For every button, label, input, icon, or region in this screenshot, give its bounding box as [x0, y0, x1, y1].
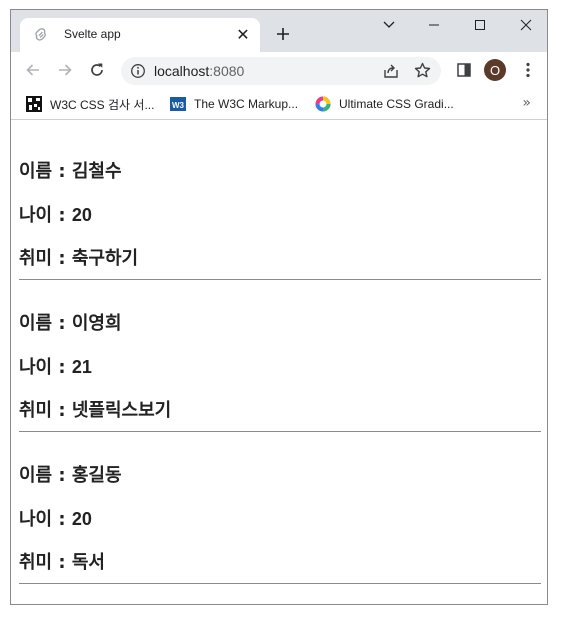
- address-bar[interactable]: localhost:8080: [121, 57, 441, 85]
- tab-search-button[interactable]: [366, 10, 412, 40]
- page-content: 이름 : 김철수 나이 : 20 취미 : 축구하기 이름 : 이영희 나이 :…: [11, 121, 547, 604]
- w3c-qr-icon: [26, 96, 42, 112]
- hobby-value: 넷플릭스보기: [71, 400, 172, 421]
- tab-svelte-app[interactable]: Svelte app ✕: [20, 18, 260, 52]
- reload-button[interactable]: [85, 58, 109, 82]
- name-label: 이름 :: [19, 161, 72, 182]
- maximize-button[interactable]: [457, 10, 503, 40]
- menu-button[interactable]: [516, 58, 540, 82]
- profile-button[interactable]: O: [483, 58, 507, 82]
- more-bookmarks-button[interactable]: »: [522, 95, 531, 111]
- svg-text:W3: W3: [172, 101, 185, 110]
- new-tab-button[interactable]: [272, 23, 294, 45]
- share-icon[interactable]: [383, 63, 399, 79]
- w3c-logo-icon: W3: [170, 97, 186, 111]
- bookmark-w3c-css[interactable]: W3C CSS 검사 서...: [26, 95, 154, 113]
- url-host: localhost: [154, 63, 210, 79]
- info-icon[interactable]: [130, 63, 146, 79]
- kebab-menu-icon: [526, 62, 530, 78]
- divider: [19, 279, 541, 280]
- reload-icon: [91, 63, 103, 76]
- age-label: 나이 :: [19, 357, 72, 378]
- person-hobby: 취미 : 넷플릭스보기: [19, 396, 171, 422]
- star-icon[interactable]: [414, 62, 431, 79]
- side-panel-button[interactable]: [452, 58, 476, 82]
- person-name: 이름 : 홍길동: [19, 461, 122, 487]
- forward-button[interactable]: [53, 58, 77, 82]
- avatar-initial: O: [489, 62, 501, 78]
- age-label: 나이 :: [19, 509, 72, 530]
- hobby-label: 취미 :: [19, 248, 72, 269]
- tab-title: Svelte app: [64, 27, 121, 41]
- close-icon: [520, 19, 532, 31]
- gradient-wheel-icon: [315, 96, 331, 112]
- bookmark-label: W3C CSS 검사 서...: [50, 97, 155, 112]
- minimize-button[interactable]: [411, 10, 457, 40]
- bookmark-w3c-markup[interactable]: W3 The W3C Markup...: [170, 95, 298, 113]
- tab-strip: Svelte app ✕: [11, 10, 547, 52]
- hobby-value: 축구하기: [71, 248, 139, 269]
- age-value: 20: [71, 205, 92, 225]
- side-panel-icon: [457, 63, 471, 77]
- name-value: 김철수: [71, 161, 122, 182]
- back-button[interactable]: [21, 58, 45, 82]
- tab-close-icon[interactable]: ✕: [234, 25, 252, 44]
- name-value: 이영희: [71, 313, 122, 334]
- minimize-icon: [429, 24, 439, 26]
- divider: [19, 431, 541, 432]
- person-name: 이름 : 김철수: [19, 157, 122, 183]
- person-hobby: 취미 : 축구하기: [19, 244, 138, 270]
- bookmarks-bar: W3C CSS 검사 서... W3 The W3C Markup... Ult…: [11, 89, 547, 120]
- person-age: 나이 : 20: [19, 201, 92, 227]
- person-name: 이름 : 이영희: [19, 309, 122, 335]
- hobby-label: 취미 :: [19, 400, 72, 421]
- plus-icon: [277, 28, 289, 40]
- person-hobby: 취미 : 독서: [19, 548, 105, 574]
- close-window-button[interactable]: [503, 10, 547, 40]
- chevron-down-icon: [383, 21, 395, 28]
- age-value: 21: [71, 357, 92, 377]
- hobby-label: 취미 :: [19, 552, 72, 573]
- person-age: 나이 : 20: [19, 505, 92, 531]
- bookmark-label: The W3C Markup...: [194, 97, 299, 111]
- name-label: 이름 :: [19, 465, 72, 486]
- url-text: localhost:8080: [154, 63, 244, 79]
- name-label: 이름 :: [19, 313, 72, 334]
- age-value: 20: [71, 509, 92, 529]
- age-label: 나이 :: [19, 205, 72, 226]
- divider: [19, 583, 541, 584]
- avatar: O: [484, 59, 506, 81]
- arrow-left-icon: [26, 64, 39, 76]
- maximize-icon: [475, 20, 485, 30]
- url-port: :8080: [209, 63, 245, 79]
- svelte-icon: [35, 28, 46, 41]
- bookmark-css-gradient[interactable]: Ultimate CSS Gradi...: [315, 95, 454, 113]
- name-value: 홍길동: [71, 465, 122, 486]
- hobby-value: 독서: [71, 552, 105, 573]
- arrow-right-icon: [59, 64, 72, 76]
- browser-toolbar: localhost:8080 O: [11, 52, 547, 89]
- person-age: 나이 : 21: [19, 353, 92, 379]
- bookmark-label: Ultimate CSS Gradi...: [339, 97, 454, 111]
- browser-window: Svelte app ✕ localhost:8080 O W3C CSS 검사…: [10, 9, 548, 605]
